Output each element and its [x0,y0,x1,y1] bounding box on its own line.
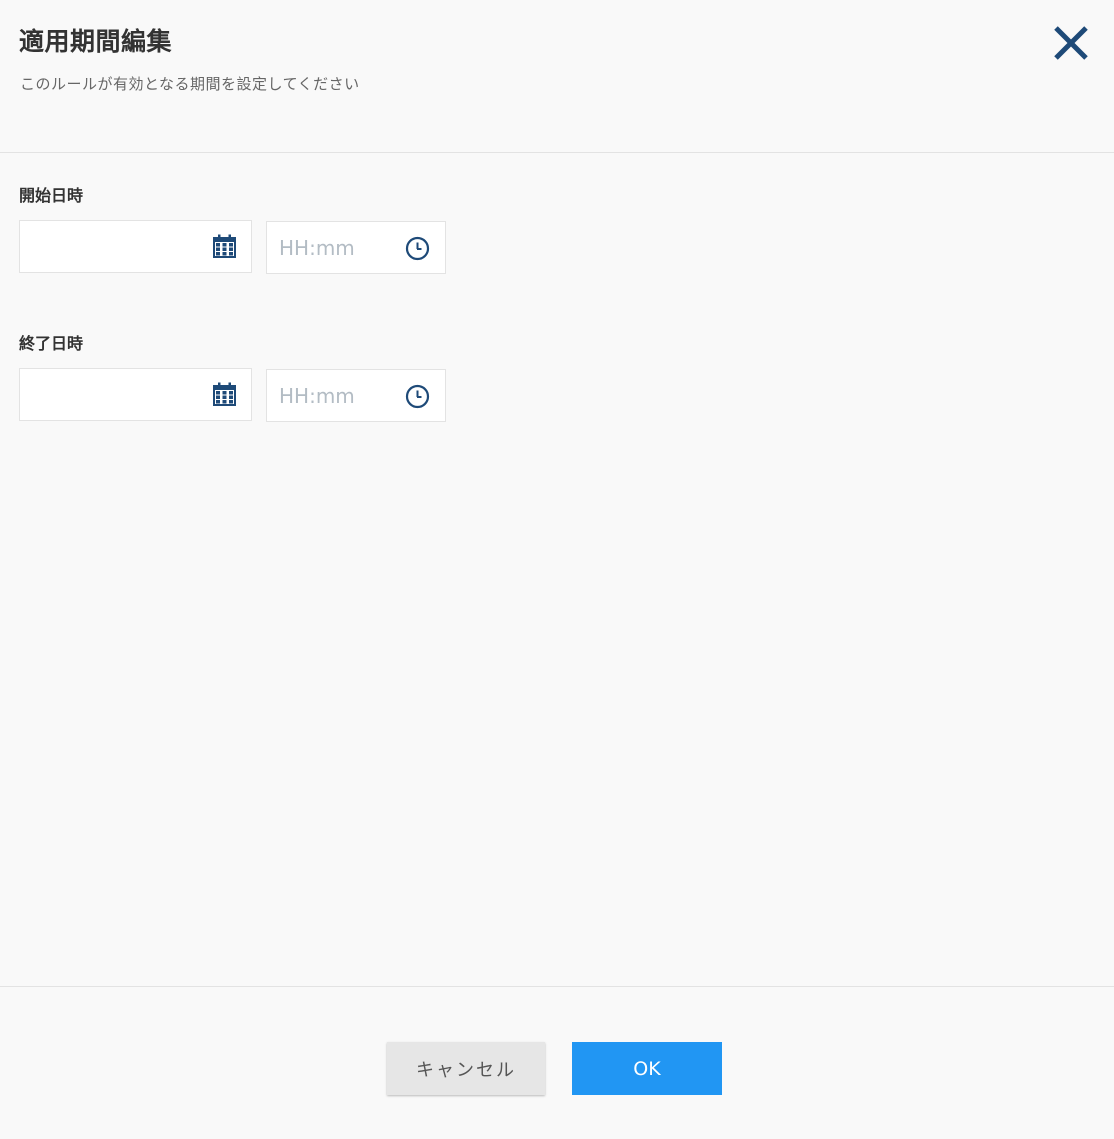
clock-icon[interactable] [405,236,430,261]
end-datetime-label: 終了日時 [19,334,84,353]
calendar-icon[interactable] [212,234,237,259]
end-time-input[interactable] [267,370,397,421]
edit-period-dialog: 適用期間編集 このルールが有効となる期間を設定してください 開始日時 HH:mm… [0,0,1114,1138]
dialog-footer: キャンセル OK [0,986,1114,1139]
end-date-field[interactable] [19,368,252,421]
calendar-icon[interactable] [212,382,237,407]
dialog-body: 開始日時 HH:mm 終了日時 HH:mm [0,153,1114,986]
start-date-input[interactable] [20,221,205,272]
start-time-input[interactable] [267,222,397,273]
close-icon [1054,26,1088,60]
cancel-button[interactable]: キャンセル [387,1042,545,1095]
start-date-field[interactable] [19,220,252,273]
dialog-title: 適用期間編集 [19,27,173,56]
start-time-field[interactable] [266,221,446,274]
dialog-header: 適用期間編集 このルールが有効となる期間を設定してください [0,0,1114,153]
close-button[interactable] [1048,20,1094,66]
ok-button[interactable]: OK [572,1042,722,1095]
start-datetime-label: 開始日時 [19,186,84,205]
dialog-subtitle: このルールが有効となる期間を設定してください [20,75,360,93]
end-date-input[interactable] [20,369,205,420]
end-time-field[interactable] [266,369,446,422]
clock-icon[interactable] [405,384,430,409]
